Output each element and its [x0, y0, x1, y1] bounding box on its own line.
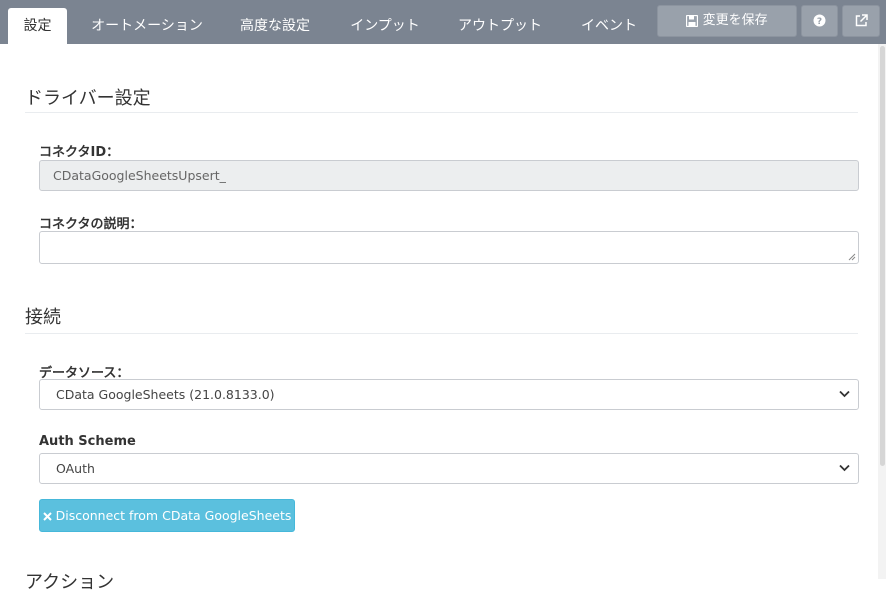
- auth-scheme-label: Auth Scheme: [39, 434, 136, 449]
- scrollbar-thumb[interactable]: [880, 46, 885, 466]
- help-button[interactable]: ?: [801, 5, 838, 37]
- tab-settings-label: 設定: [23, 18, 52, 34]
- question-circle-icon: ?: [813, 13, 826, 28]
- driver-settings-heading: ドライバー設定: [25, 88, 151, 109]
- auth-scheme-select[interactable]: OAuth: [39, 453, 859, 484]
- resize-grip-icon[interactable]: [848, 253, 856, 261]
- tab-automation[interactable]: オートメーション: [80, 8, 214, 44]
- external-link-icon: [855, 13, 868, 28]
- datasource-select[interactable]: CData GoogleSheets (21.0.8133.0): [39, 379, 859, 410]
- connector-id-value: CDataGoogleSheetsUpsert_: [53, 168, 226, 183]
- connector-id-field: CDataGoogleSheetsUpsert_: [39, 160, 859, 191]
- datasource-value: CData GoogleSheets (21.0.8133.0): [56, 387, 275, 402]
- save-changes-label: 変更を保存: [702, 13, 768, 28]
- tab-events[interactable]: イベント: [570, 8, 648, 44]
- tab-advanced-label: 高度な設定: [240, 18, 310, 34]
- tab-output[interactable]: アウトプット: [448, 8, 552, 44]
- svg-text:?: ?: [817, 17, 822, 27]
- auth-scheme-value: OAuth: [56, 461, 95, 476]
- tab-advanced[interactable]: 高度な設定: [232, 8, 318, 44]
- connector-description-label: コネクタの説明：: [39, 217, 143, 232]
- tab-settings[interactable]: 設定: [8, 8, 67, 44]
- chevron-down-icon: [839, 390, 850, 398]
- connection-heading: 接続: [25, 307, 61, 328]
- tab-automation-label: オートメーション: [91, 18, 203, 34]
- connector-description-textarea[interactable]: [39, 231, 859, 264]
- tab-input[interactable]: インプット: [340, 8, 430, 44]
- chevron-down-icon: [839, 464, 850, 472]
- close-icon: [42, 508, 56, 523]
- tab-events-label: イベント: [581, 18, 637, 34]
- floppy-disk-icon: [686, 13, 702, 28]
- divider: [25, 333, 858, 334]
- disconnect-label: Disconnect from CData GoogleSheets: [55, 508, 292, 523]
- save-changes-button[interactable]: 変更を保存: [657, 5, 797, 37]
- tab-input-label: インプット: [350, 18, 420, 34]
- connector-id-label: コネクタID：: [39, 145, 120, 160]
- tab-output-label: アウトプット: [458, 18, 542, 34]
- divider: [25, 112, 858, 113]
- disconnect-button[interactable]: Disconnect from CData GoogleSheets: [39, 499, 295, 532]
- open-external-button[interactable]: [842, 5, 880, 37]
- action-heading: アクション: [25, 572, 115, 593]
